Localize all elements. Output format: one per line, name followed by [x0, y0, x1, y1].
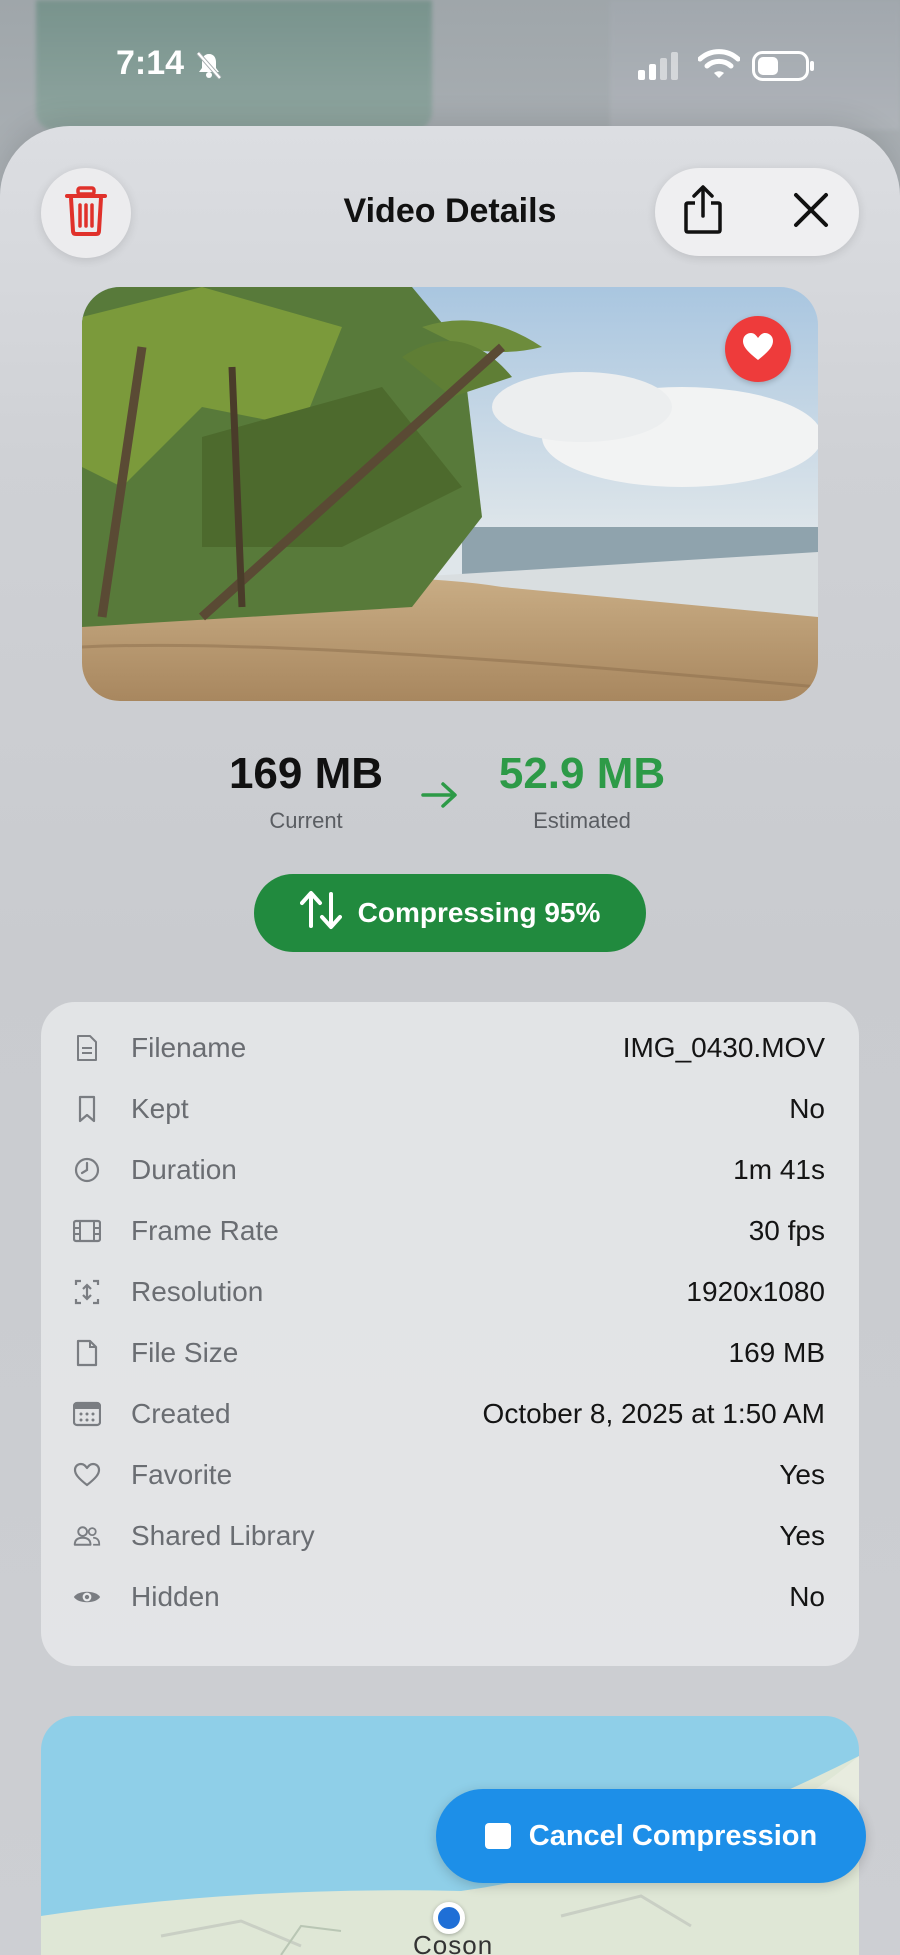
- detail-value: 1920x1080: [686, 1275, 825, 1307]
- resize-icon: [73, 1278, 101, 1306]
- calendar-icon: [73, 1400, 101, 1428]
- detail-row-shared-library: Shared Library Yes: [41, 1505, 859, 1566]
- close-icon: [792, 191, 830, 234]
- share-icon: [683, 184, 723, 240]
- cellular-signal-icon: [638, 52, 682, 85]
- detail-label: Resolution: [131, 1275, 264, 1307]
- detail-value: Yes: [779, 1519, 825, 1551]
- detail-row-filename: Filename IMG_0430.MOV: [41, 1017, 859, 1078]
- detail-value: Yes: [779, 1458, 825, 1490]
- heart-outline-icon: [73, 1461, 101, 1489]
- eye-icon: [73, 1583, 101, 1611]
- detail-value: IMG_0430.MOV: [622, 1031, 825, 1063]
- details-card: Filename IMG_0430.MOV Kept No Duration 1…: [41, 1002, 859, 1666]
- detail-label: Duration: [131, 1153, 237, 1185]
- detail-row-duration: Duration 1m 41s: [41, 1139, 859, 1200]
- detail-value: No: [789, 1092, 825, 1124]
- detail-label: Hidden: [131, 1580, 220, 1612]
- estimated-size-label: Estimated: [533, 808, 631, 834]
- document-icon: [73, 1034, 101, 1062]
- map-place-label: Coson: [413, 1930, 494, 1955]
- detail-row-frame-rate: Frame Rate 30 fps: [41, 1200, 859, 1261]
- arrow-right-icon: [420, 780, 460, 815]
- detail-label: Shared Library: [131, 1519, 315, 1551]
- detail-label: Frame Rate: [131, 1214, 279, 1246]
- detail-value: No: [789, 1580, 825, 1612]
- beach-image: [82, 287, 818, 701]
- compressing-label: Compressing 95%: [357, 897, 601, 928]
- clock-icon: [73, 1156, 101, 1184]
- detail-label: Kept: [131, 1092, 189, 1124]
- cancel-compression-label: Cancel Compression: [528, 1819, 818, 1852]
- battery-icon: [752, 51, 816, 86]
- estimated-size: 52.9 MB Estimated: [472, 749, 692, 834]
- file-icon: [73, 1339, 101, 1367]
- detail-value: 169 MB: [728, 1336, 826, 1368]
- detail-row-kept: Kept No: [41, 1078, 859, 1139]
- favorite-badge: [725, 316, 791, 382]
- detail-value: October 8, 2025 at 1:50 AM: [482, 1397, 825, 1429]
- detail-label: Favorite: [131, 1458, 233, 1490]
- status-bar: 7:14: [0, 0, 900, 130]
- people-icon: [73, 1522, 101, 1550]
- detail-row-hidden: Hidden No: [41, 1566, 859, 1627]
- share-button[interactable]: [673, 182, 733, 242]
- detail-label: Filename: [131, 1031, 247, 1063]
- film-icon: [73, 1217, 101, 1245]
- bookmark-icon: [73, 1095, 101, 1123]
- cancel-compression-button[interactable]: Cancel Compression: [436, 1789, 866, 1883]
- current-size-label: Current: [269, 808, 343, 834]
- current-size: 169 MB Current: [196, 749, 416, 834]
- detail-row-file-size: File Size 169 MB: [41, 1322, 859, 1383]
- detail-value: 1m 41s: [733, 1153, 825, 1185]
- current-size-value: 169 MB: [228, 749, 384, 798]
- status-time: 7:14: [116, 44, 185, 82]
- video-thumbnail[interactable]: [82, 287, 818, 701]
- estimated-size-value: 52.9 MB: [498, 749, 666, 798]
- arrow-up-down-icon: [299, 890, 342, 937]
- heart-icon: [742, 332, 774, 367]
- header-action-group: [655, 168, 859, 256]
- detail-value: 30 fps: [748, 1214, 825, 1246]
- detail-label: File Size: [131, 1336, 239, 1368]
- bell-slash-icon: [194, 50, 224, 85]
- detail-row-resolution: Resolution 1920x1080: [41, 1261, 859, 1322]
- detail-label: Created: [131, 1397, 231, 1429]
- detail-row-favorite: Favorite Yes: [41, 1444, 859, 1505]
- close-button[interactable]: [781, 182, 841, 242]
- detail-row-created: Created October 8, 2025 at 1:50 AM: [41, 1383, 859, 1444]
- video-details-sheet: Video Details 169 MB Current 52.9 MB Est…: [0, 126, 900, 1955]
- stop-icon: [484, 1823, 511, 1849]
- wifi-icon: [697, 48, 741, 85]
- compressing-status: Compressing 95%: [254, 874, 646, 952]
